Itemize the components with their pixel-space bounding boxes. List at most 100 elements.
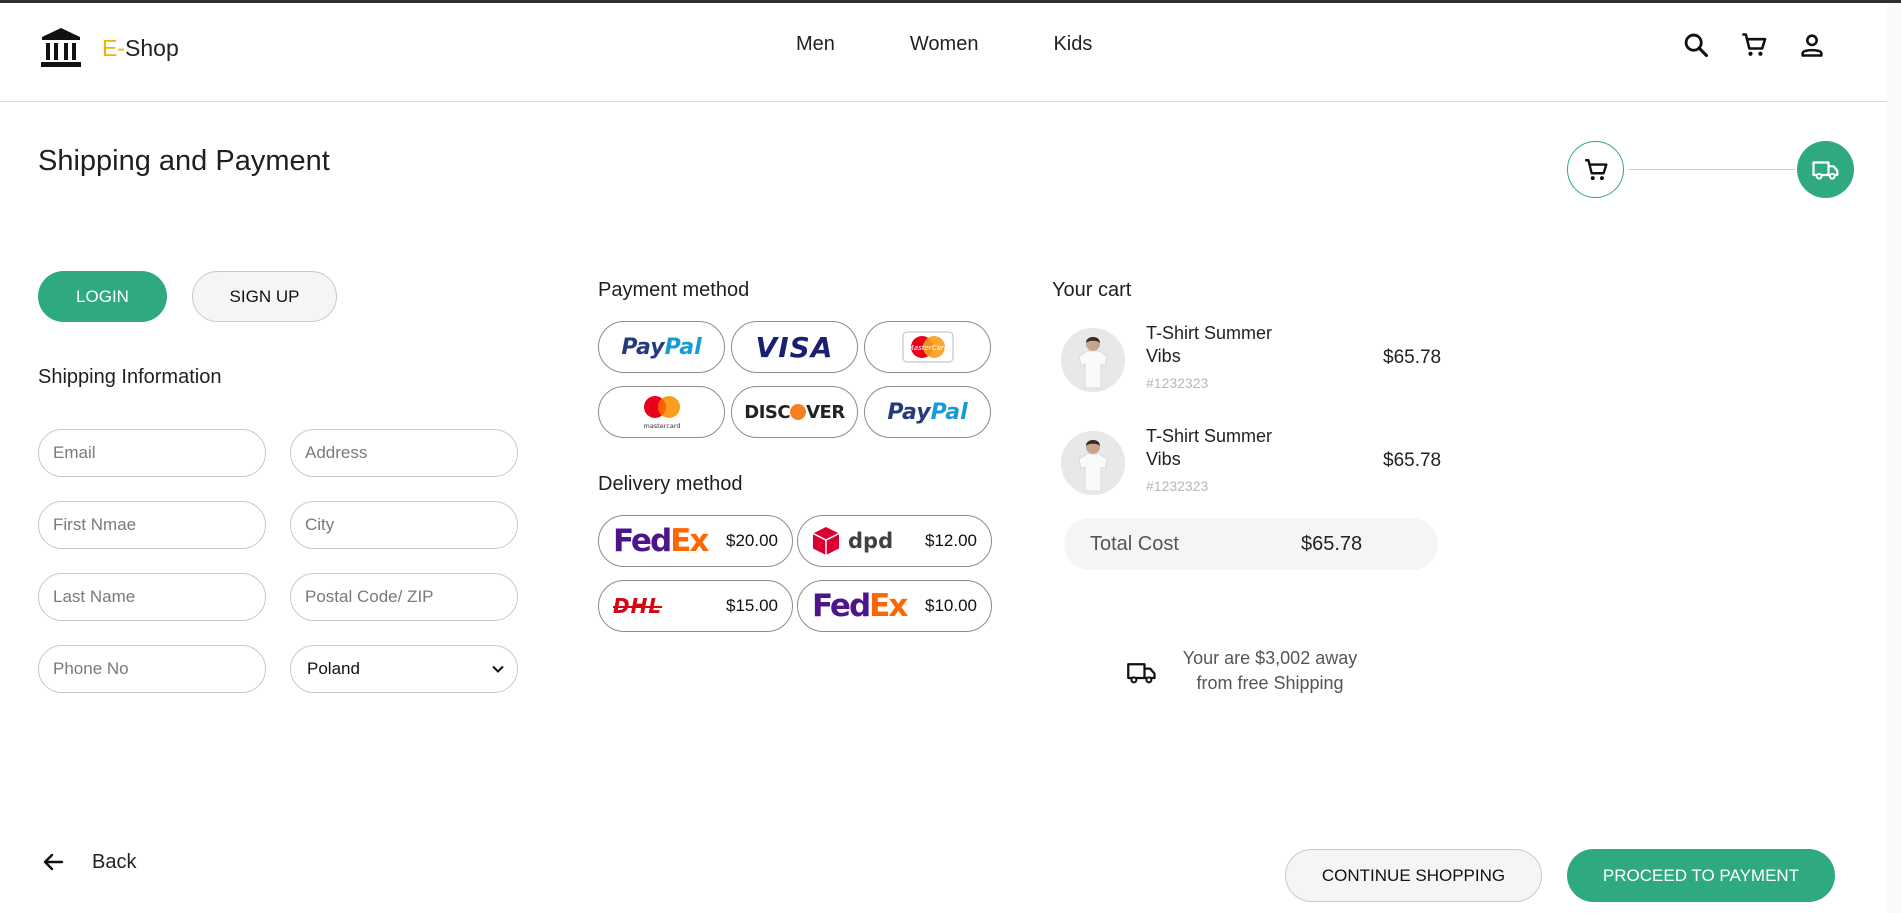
- payment-option-mastercard-card[interactable]: MasterCard: [864, 321, 991, 373]
- fedex-logo: FedEx: [812, 588, 908, 624]
- delivery-option-dhl-15[interactable]: DHL $15.00: [598, 580, 793, 632]
- fedex-logo: FedEx: [613, 523, 709, 559]
- tshirt-person-image: [1061, 328, 1125, 392]
- mastercard-card-wordmark: MasterCard: [907, 344, 948, 352]
- last-name-field[interactable]: [38, 573, 266, 621]
- country-select-value: Poland: [307, 659, 360, 678]
- proceed-to-payment-button[interactable]: PROCEED TO PAYMENT: [1567, 849, 1835, 902]
- truck-icon: [1811, 160, 1838, 180]
- dpd-wordmark: dpd: [848, 529, 894, 553]
- brand-prefix: E: [102, 34, 118, 61]
- product-sku: #1232323: [1146, 375, 1209, 391]
- product-thumbnail[interactable]: [1061, 328, 1125, 392]
- delivery-price: $20.00: [726, 531, 778, 550]
- bank-building-icon: [41, 28, 81, 67]
- product-name[interactable]: T-Shirt Summer Vibs: [1146, 322, 1286, 368]
- delivery-heading: Delivery method: [598, 473, 743, 495]
- mastercard-caption: mastercard: [643, 422, 680, 430]
- page-scrollbar[interactable]: [1887, 3, 1901, 913]
- mastercard-card-logo: MasterCard: [902, 331, 953, 363]
- fedex-logo-fe: Fed: [613, 523, 672, 559]
- nav-item-men[interactable]: Men: [796, 33, 835, 56]
- payment-option-paypal-alt[interactable]: PayPal: [864, 386, 991, 438]
- country-select[interactable]: Poland: [290, 645, 518, 693]
- delivery-option-fedex-10[interactable]: FedEx $10.00: [797, 580, 992, 632]
- cart-icon: [1584, 158, 1607, 180]
- header-actions: [1682, 31, 1826, 59]
- discover-logo-end: VER: [806, 401, 845, 423]
- dhl-logo: DHL: [613, 594, 663, 618]
- progress-step-cart[interactable]: [1567, 141, 1624, 198]
- account-icon[interactable]: [1798, 31, 1826, 59]
- paypal-logo: PayPal: [887, 400, 967, 425]
- discover-logo: DISC VER: [744, 401, 845, 423]
- arrow-left-icon: [43, 853, 64, 871]
- payment-option-visa[interactable]: VISA: [731, 321, 858, 373]
- delivery-price: $10.00: [925, 596, 977, 615]
- address-field[interactable]: [290, 429, 518, 477]
- signup-button[interactable]: SIGN UP: [192, 271, 337, 322]
- total-cost-box: Total Cost $65.78: [1064, 518, 1438, 570]
- search-icon[interactable]: [1682, 31, 1710, 59]
- paypal-logo-pay: Pay: [887, 399, 931, 425]
- back-label: Back: [92, 850, 137, 873]
- free-shipping-text: Your are $3,002 away from free Shipping: [1182, 648, 1358, 693]
- fedex-logo-ex: Ex: [670, 523, 709, 559]
- chevron-down-icon: [492, 665, 504, 673]
- delivery-option-fedex-20[interactable]: FedEx $20.00: [598, 515, 793, 567]
- login-button[interactable]: LOGIN: [38, 271, 167, 322]
- brand-suffix: Shop: [125, 34, 179, 61]
- product-price: $65.78: [1383, 450, 1442, 471]
- total-cost-value: $65.78: [1301, 533, 1363, 555]
- discover-o-mark: [790, 403, 807, 420]
- fedex-logo-ex: Ex: [869, 588, 908, 624]
- brand-name: E-Shop: [102, 35, 179, 62]
- cart-icon[interactable]: [1740, 31, 1768, 59]
- delivery-price: $15.00: [726, 596, 778, 615]
- site-header: E-Shop Men Women Kids: [0, 3, 1901, 102]
- paypal-logo-pal: Pal: [930, 399, 968, 425]
- first-name-field[interactable]: [38, 501, 266, 549]
- email-field[interactable]: [38, 429, 266, 477]
- tshirt-person-image: [1061, 431, 1125, 495]
- total-cost-label: Total Cost: [1090, 533, 1179, 555]
- cart-heading: Your cart: [1052, 279, 1132, 301]
- city-field[interactable]: [290, 501, 518, 549]
- phone-field[interactable]: [38, 645, 266, 693]
- main-nav: Men Women Kids: [796, 33, 1167, 56]
- cart-item: T-Shirt Summer Vibs #1232323 $65.78: [1061, 322, 1441, 402]
- free-shipping-note: Your are $3,002 away from free Shipping: [1127, 646, 1375, 696]
- visa-logo: VISA: [755, 330, 834, 364]
- product-price: $65.78: [1383, 347, 1442, 368]
- product-sku: #1232323: [1146, 478, 1209, 494]
- payment-heading: Payment method: [598, 279, 750, 301]
- delivery-option-dpd-12[interactable]: dpd $12.00: [797, 515, 992, 567]
- mastercard-logo: mastercard: [643, 396, 680, 430]
- cart-item: T-Shirt Summer Vibs #1232323 $65.78: [1061, 425, 1441, 505]
- brand-logo[interactable]: E-Shop: [38, 25, 179, 71]
- paypal-logo: PayPal: [621, 335, 701, 360]
- payment-option-discover[interactable]: DISC VER: [731, 386, 858, 438]
- truck-icon: [1127, 663, 1156, 684]
- product-name[interactable]: T-Shirt Summer Vibs: [1146, 425, 1286, 471]
- postal-code-field[interactable]: [290, 573, 518, 621]
- shipping-heading: Shipping Information: [38, 366, 222, 388]
- delivery-price: $12.00: [925, 531, 977, 550]
- brand-dash: -: [117, 34, 126, 61]
- paypal-logo-pal: Pal: [664, 334, 702, 360]
- fedex-logo-fe: Fed: [812, 588, 871, 624]
- continue-shopping-button[interactable]: CONTINUE SHOPPING: [1285, 849, 1542, 902]
- progress-step-shipping[interactable]: [1797, 141, 1854, 198]
- progress-connector: [1628, 169, 1795, 170]
- page-title: Shipping and Payment: [38, 145, 330, 177]
- payment-option-paypal[interactable]: PayPal: [598, 321, 725, 373]
- product-thumbnail[interactable]: [1061, 431, 1125, 495]
- nav-item-kids[interactable]: Kids: [1053, 33, 1092, 56]
- dpd-cube-icon: [812, 527, 840, 555]
- nav-item-women[interactable]: Women: [910, 33, 979, 56]
- discover-logo-start: DISC: [744, 401, 791, 423]
- back-link[interactable]: Back: [40, 850, 136, 874]
- paypal-logo-pay: Pay: [621, 334, 665, 360]
- dpd-logo: dpd: [812, 526, 893, 556]
- payment-option-mastercard[interactable]: mastercard: [598, 386, 725, 438]
